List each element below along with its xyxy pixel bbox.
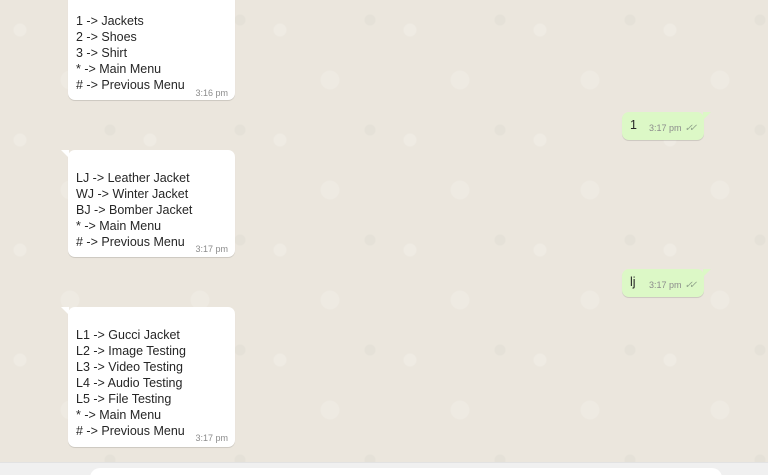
incoming-message-bubble[interactable]: 1 -> Jackets 2 -> Shoes 3 -> Shirt * -> … (68, 0, 235, 100)
message-text: 1 (630, 118, 637, 132)
message-line: L5 -> File Testing (76, 392, 172, 406)
incoming-message-bubble[interactable]: LJ -> Leather Jacket WJ -> Winter Jacket… (61, 150, 235, 257)
message-meta: 3:17 pm ✓✓ (649, 123, 698, 134)
message-timestamp: 3:17 pm (195, 433, 228, 443)
double-check-icon: ✓✓ (684, 123, 698, 134)
double-check-icon: ✓✓ (684, 280, 698, 291)
message-line: L2 -> Image Testing (76, 344, 186, 358)
message-line: L4 -> Audio Testing (76, 376, 183, 390)
message-timestamp: 3:17 pm (649, 123, 682, 133)
message-line: # -> Previous Menu (76, 235, 185, 249)
message-input[interactable] (90, 468, 722, 475)
message-text: 1 -> Jackets 2 -> Shoes 3 -> Shirt * -> … (76, 13, 185, 93)
message-meta: 3:17 pm ✓✓ (649, 280, 698, 291)
message-line: L1 -> Gucci Jacket (76, 328, 180, 342)
message-line: BJ -> Bomber Jacket (76, 203, 193, 217)
message-text: L1 -> Gucci Jacket L2 -> Image Testing L… (76, 327, 186, 439)
outgoing-message-bubble[interactable]: lj 3:17 pm ✓✓ (622, 269, 711, 297)
message-line: # -> Previous Menu (76, 424, 185, 438)
message-line: * -> Main Menu (76, 408, 162, 422)
chat-message-area[interactable]: 1 -> Jackets 2 -> Shoes 3 -> Shirt * -> … (0, 0, 768, 462)
message-line: L3 -> Video Testing (76, 360, 183, 374)
message-text: LJ -> Leather Jacket WJ -> Winter Jacket… (76, 170, 192, 250)
message-line: 3 -> Shirt (76, 46, 128, 60)
message-line: * -> Main Menu (76, 62, 162, 76)
message-text: lj (630, 275, 636, 289)
message-line: WJ -> Winter Jacket (76, 187, 189, 201)
message-line: LJ -> Leather Jacket (76, 171, 190, 185)
message-composer-bar (0, 462, 768, 475)
outgoing-message-bubble[interactable]: 1 3:17 pm ✓✓ (622, 112, 711, 140)
message-line: # -> Previous Menu (76, 78, 185, 92)
message-line: 1 -> Jackets (76, 14, 144, 28)
message-timestamp: 3:17 pm (649, 280, 682, 290)
message-line: * -> Main Menu (76, 219, 162, 233)
message-line: 2 -> Shoes (76, 30, 137, 44)
message-timestamp: 3:16 pm (195, 88, 228, 98)
message-timestamp: 3:17 pm (195, 244, 228, 254)
incoming-message-bubble[interactable]: L1 -> Gucci Jacket L2 -> Image Testing L… (61, 307, 235, 447)
